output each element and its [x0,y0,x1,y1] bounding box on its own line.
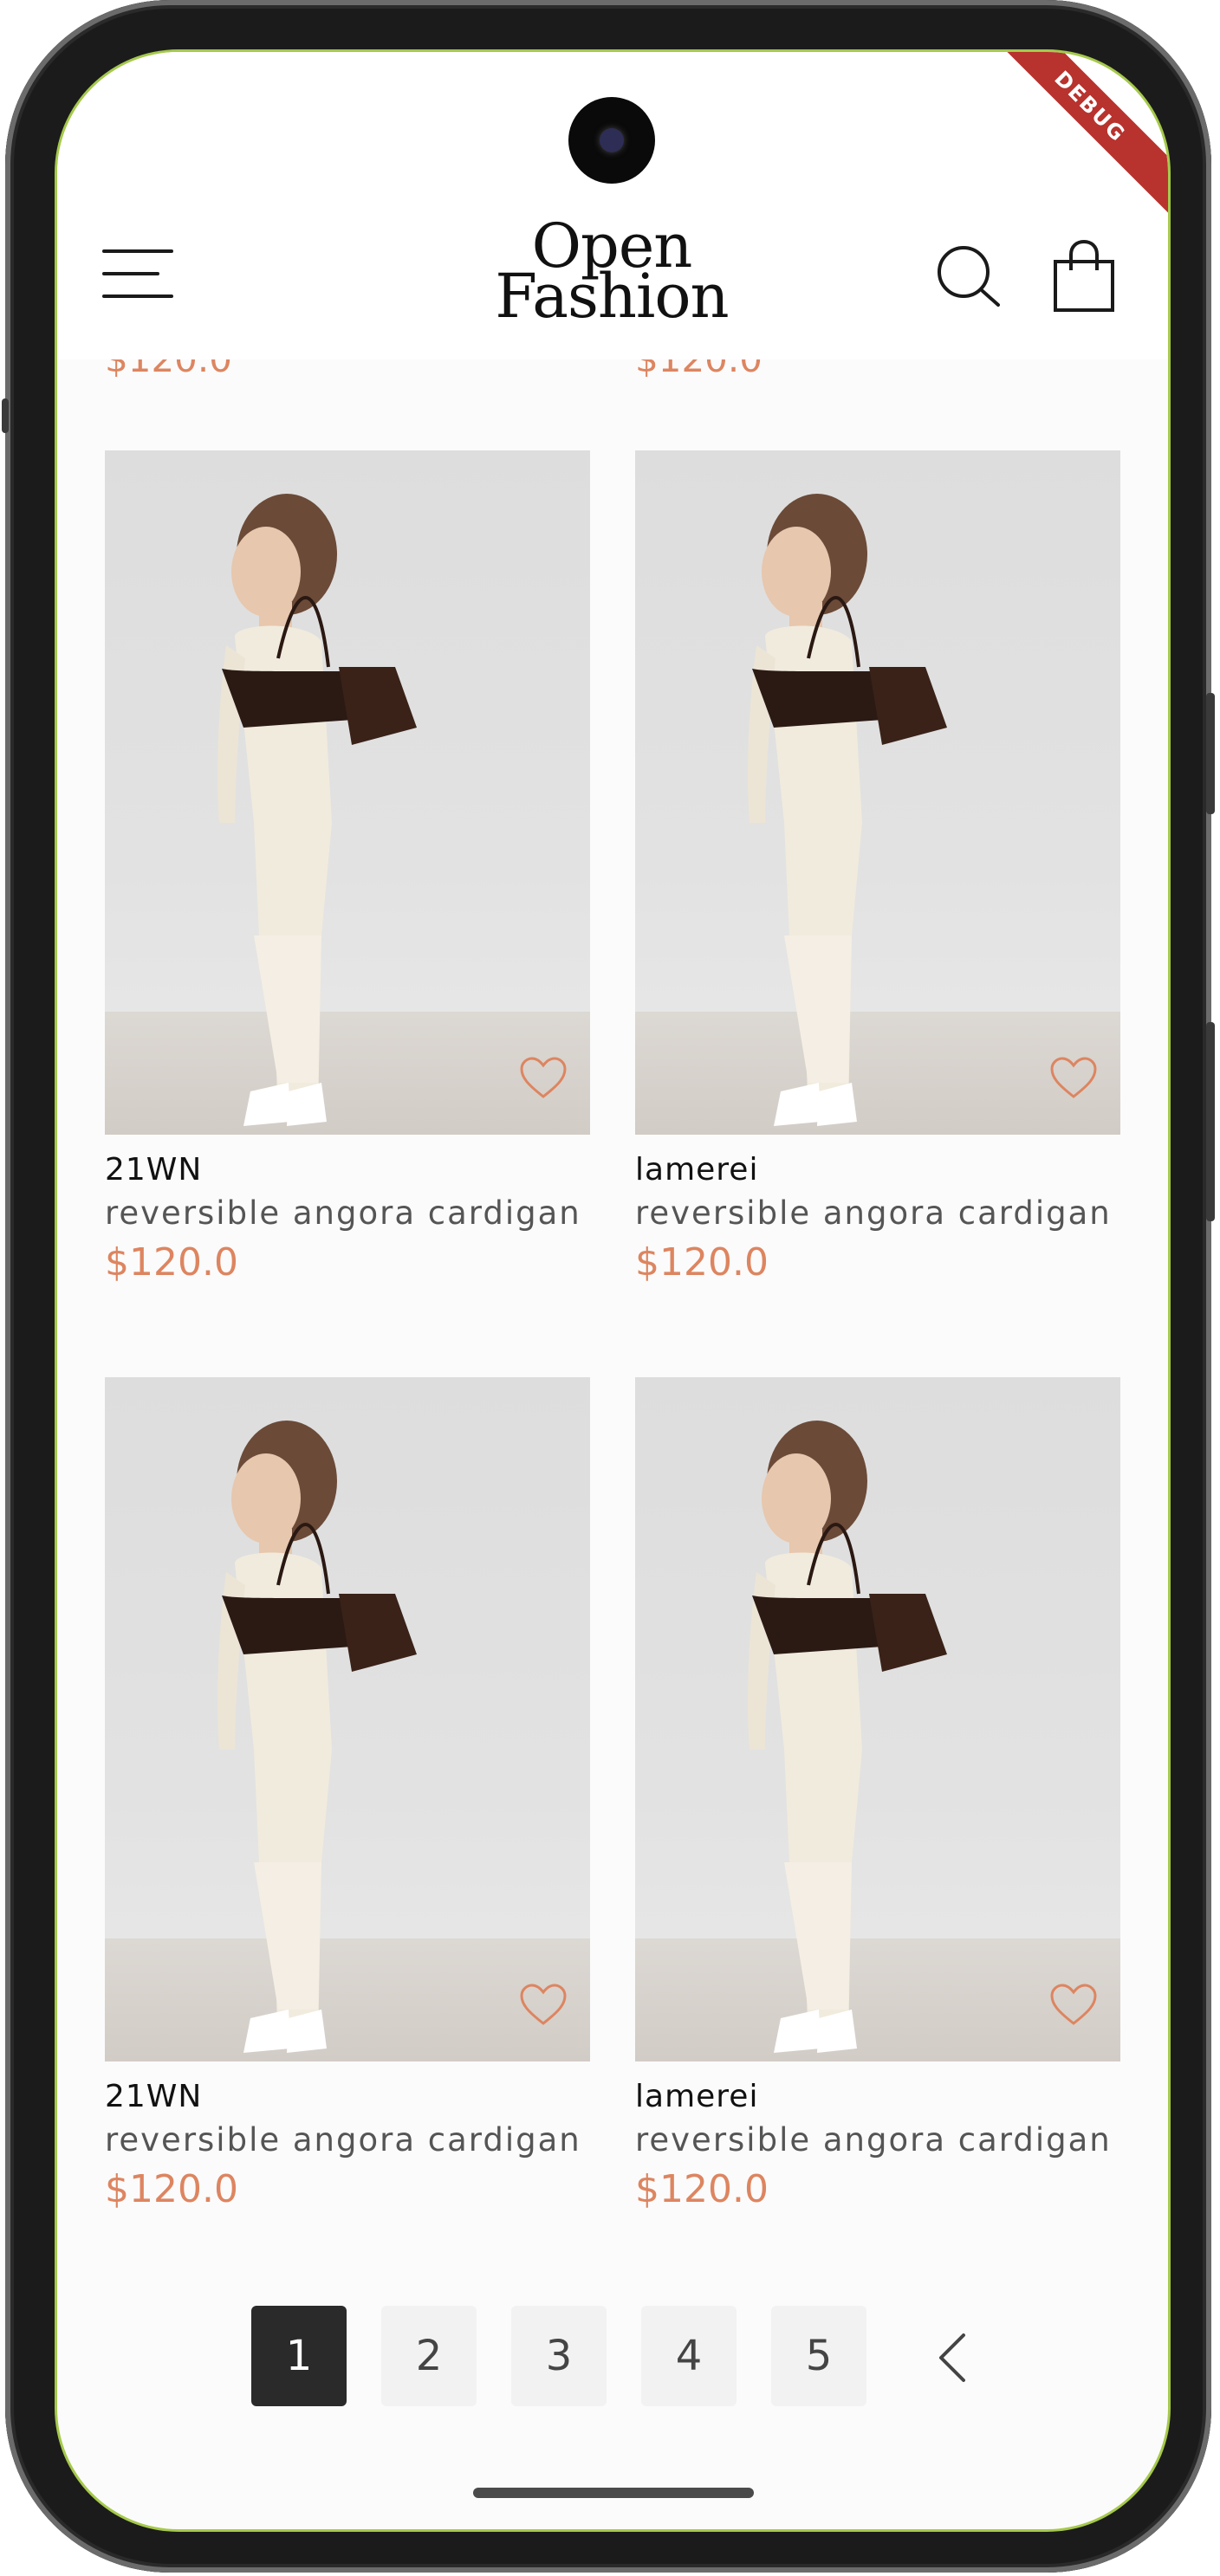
product-price: $120.0 [105,2167,238,2211]
product-title: reversible angora cardigan [105,2121,581,2159]
chevron-left-icon[interactable] [925,2323,977,2392]
search-icon[interactable] [934,243,1003,312]
phone-frame: 21WN reversible angora cardigan $120.0 l… [2,0,1215,2573]
menu-icon[interactable] [102,249,173,300]
product-image[interactable] [105,450,590,1135]
product-price: $120.0 [635,2167,769,2211]
product-title: reversible angora cardigan [635,1194,1112,1232]
pagination: 1 2 3 4 5 [57,2306,1168,2410]
page-button-3[interactable]: 3 [511,2306,607,2406]
product-brand: lamerei [635,1152,759,1188]
shopping-bag-icon[interactable] [1052,239,1116,314]
logo-line-2: Fashion [495,261,729,332]
product-card[interactable]: 21WN reversible angora cardigan $120.0 [105,450,590,1285]
home-indicator[interactable] [473,2488,754,2498]
heart-icon[interactable] [1049,1057,1098,1100]
app-screen: 21WN reversible angora cardigan $120.0 l… [57,52,1168,2529]
product-brand: 21WN [105,1152,203,1188]
model-with-bag-image [217,494,417,1126]
product-image[interactable] [635,1377,1120,2061]
model-with-bag-image [217,1421,417,2053]
front-camera [568,97,655,184]
page-button-2[interactable]: 2 [381,2306,477,2406]
page-button-1[interactable]: 1 [251,2306,347,2406]
product-title: reversible angora cardigan [635,2121,1112,2159]
model-with-bag-image [748,1421,947,2053]
open-fashion-logo: Open Fashion [438,216,785,332]
product-image[interactable] [635,450,1120,1135]
side-button [2,398,9,433]
product-price: $120.0 [635,1240,769,1285]
heart-icon[interactable] [1049,1984,1098,2027]
product-brand: lamerei [635,2079,759,2114]
heart-icon[interactable] [519,1984,568,2027]
product-title: reversible angora cardigan [105,1194,581,1232]
product-brand: 21WN [105,2079,203,2114]
model-with-bag-image [748,494,947,1126]
page-button-4[interactable]: 4 [641,2306,737,2406]
product-grid: 21WN reversible angora cardigan $120.0 l… [57,52,1168,2529]
product-card[interactable]: lamerei reversible angora cardigan $120.… [635,450,1120,1285]
volume-button [1206,693,1215,814]
power-button [1206,1022,1215,1221]
product-card[interactable]: 21WN reversible angora cardigan $120.0 [105,1377,590,2211]
heart-icon[interactable] [519,1057,568,1100]
page-button-5[interactable]: 5 [771,2306,866,2406]
product-price: $120.0 [105,1240,238,1285]
product-card[interactable]: lamerei reversible angora cardigan $120.… [635,1377,1120,2211]
product-image[interactable] [105,1377,590,2061]
